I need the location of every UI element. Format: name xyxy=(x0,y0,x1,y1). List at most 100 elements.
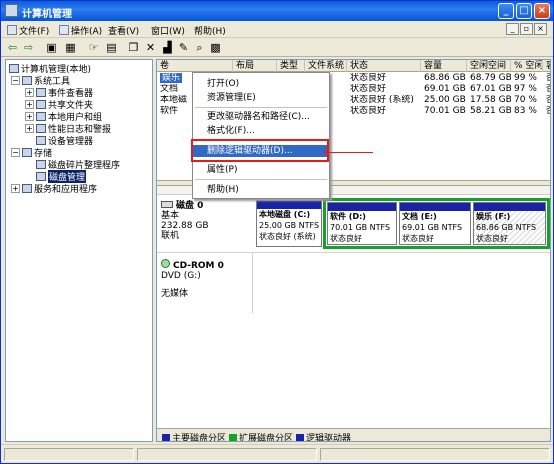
column-filesystem[interactable]: 文件系统 xyxy=(305,60,347,72)
tree-item-perf-logs[interactable]: + 性能日志和警报 xyxy=(25,123,111,135)
disk-name: 磁盘 0 xyxy=(176,201,204,211)
partition-label: 本地磁盘 (C:) xyxy=(257,209,321,220)
expand-toggle[interactable]: + xyxy=(25,112,34,121)
volume-capacity: 68.86 GB xyxy=(424,73,466,83)
partition-size: 69.01 GB NTFS xyxy=(402,223,463,232)
volume-name-text: 娱乐 xyxy=(160,73,183,83)
expand-toggle[interactable]: + xyxy=(25,100,34,109)
expand-toggle[interactable]: + xyxy=(11,184,20,193)
legend-swatch-primary xyxy=(162,433,170,441)
tree-item-computer-management[interactable]: 计算机管理(本地) xyxy=(9,63,91,75)
tree-item-storage[interactable]: − 存储 xyxy=(11,147,52,159)
volume-extra: 否 xyxy=(543,73,550,84)
column-percent-free[interactable]: % 空闲 xyxy=(511,60,543,72)
disk-name: CD-ROM 0 xyxy=(173,261,224,271)
partition-f[interactable]: 娱乐 (F:) 68.86 GB NTFS 状态良好 xyxy=(473,202,546,245)
collapse-toggle[interactable]: − xyxy=(11,148,20,157)
forward-icon[interactable]: ⇨ xyxy=(22,41,35,54)
maximize-button[interactable]: □ xyxy=(516,3,532,19)
volume-extra: 否 xyxy=(543,95,550,106)
mdi-minimize-button[interactable]: _ xyxy=(506,23,519,35)
partition-e[interactable]: 文档 (E:) 69.01 GB NTFS 状态良好 xyxy=(399,202,471,245)
tree-item-shared-folders[interactable]: + 共享文件夹 xyxy=(25,99,93,111)
expand-toggle[interactable]: + xyxy=(25,124,34,133)
menu-view-label: 查看(V) xyxy=(108,26,140,37)
expand-toggle[interactable]: + xyxy=(25,88,34,97)
context-format[interactable]: 格式化(F)... xyxy=(193,125,329,137)
column-layout[interactable]: 布局 xyxy=(233,60,277,72)
cdrom-divider xyxy=(252,253,253,313)
delete-icon[interactable]: ✕ xyxy=(144,41,157,54)
column-status[interactable]: 状态 xyxy=(347,60,421,72)
partition-bar xyxy=(474,203,545,211)
defrag-icon xyxy=(36,160,46,169)
column-fault-tolerance[interactable]: 容 xyxy=(543,60,550,72)
settings-icon[interactable]: ✎ xyxy=(177,41,190,54)
tree-item-defrag[interactable]: 磁盘碎片整理程序 xyxy=(36,159,120,171)
mdi-restore-button[interactable]: ▫ xyxy=(520,23,533,35)
context-change-drive-letter[interactable]: 更改驱动器名和路径(C)... xyxy=(193,111,329,123)
properties-icon[interactable]: ☞ xyxy=(87,41,100,54)
minimize-button[interactable]: _ xyxy=(498,3,514,19)
back-icon[interactable]: ⇦ xyxy=(6,41,19,54)
up-icon[interactable]: ▣ xyxy=(45,41,58,54)
perf-logs-icon xyxy=(36,124,46,133)
column-capacity[interactable]: 容量 xyxy=(421,60,467,72)
volume-percent: 97 % xyxy=(514,84,537,94)
collapse-toggle[interactable]: − xyxy=(11,76,20,85)
column-type[interactable]: 类型 xyxy=(277,60,305,72)
legend-extended: 扩展磁盘分区 xyxy=(229,431,293,441)
volume-extra: 否 xyxy=(543,106,550,117)
tree-item-event-viewer[interactable]: + 事件查看器 xyxy=(25,87,93,99)
volume-free: 17.58 GB xyxy=(470,95,511,105)
volume-capacity: 70.01 GB xyxy=(424,106,466,116)
annotation-highlight-box xyxy=(191,139,329,162)
partition-c[interactable]: 本地磁盘 (C:) 25.00 GB NTFS 状态良好 (系统) xyxy=(256,200,322,247)
menu-file-icon xyxy=(7,25,17,35)
show-tree-icon[interactable]: ▦ xyxy=(64,41,77,54)
menu-help[interactable]: 帮助(H) xyxy=(194,24,226,37)
close-button[interactable]: × xyxy=(534,3,550,19)
cdrom-icon xyxy=(161,259,170,268)
partition-size: 25.00 GB NTFS xyxy=(259,221,320,230)
partition-label: 娱乐 (F:) xyxy=(474,211,545,222)
volume-extra: 否 xyxy=(543,84,550,95)
partition-label: 软件 (D:) xyxy=(328,211,396,222)
zoom-icon[interactable]: ⌕ xyxy=(193,41,206,54)
tree-item-disk-management[interactable]: 磁盘管理 xyxy=(36,170,87,183)
volume-status: 状态良好 xyxy=(350,84,387,94)
menu-file[interactable]: 文件(F) xyxy=(7,24,49,37)
tree-item-local-users[interactable]: + 本地用户和组 xyxy=(25,111,102,123)
context-explore[interactable]: 资源管理(E) xyxy=(193,92,329,104)
title-bar[interactable]: 计算机管理 _ □ × xyxy=(1,1,553,21)
tree-item-device-manager[interactable]: 设备管理器 xyxy=(36,135,93,147)
tree-item-services-apps[interactable]: + 服务和应用程序 xyxy=(11,183,97,195)
column-free-space[interactable]: 空闲空间 xyxy=(467,60,511,72)
disk-drive-icon xyxy=(161,201,173,208)
tree-item-system-tools[interactable]: − 系统工具 xyxy=(11,75,70,87)
menu-window[interactable]: 窗口(W) xyxy=(151,24,185,37)
disk-size: 232.88 GB xyxy=(161,221,209,231)
partition-size: 70.01 GB NTFS xyxy=(330,223,391,232)
help-icon[interactable]: ▤ xyxy=(105,41,118,54)
context-open[interactable]: 打开(O) xyxy=(193,78,329,90)
partition-status: 状态良好 xyxy=(330,234,362,243)
refresh-icon[interactable]: ❐ xyxy=(127,41,140,54)
partition-status: 状态良好 xyxy=(476,234,508,243)
column-volume[interactable]: 卷 xyxy=(157,60,233,72)
context-help[interactable]: 帮助(H) xyxy=(193,184,329,196)
disk-0-info[interactable]: 磁盘 0 基本 232.88 GB 联机 xyxy=(161,201,253,241)
context-properties[interactable]: 属性(P) xyxy=(193,164,329,176)
status-pane-3 xyxy=(320,448,550,461)
menu-view[interactable]: 查看(V) xyxy=(108,24,140,37)
help2-icon[interactable]: ▩ xyxy=(209,41,222,54)
partition-status: 状态良好 xyxy=(402,234,434,243)
menu-action[interactable]: 操作(A) xyxy=(59,24,102,37)
mdi-close-button[interactable]: × xyxy=(534,23,547,35)
annotation-arrow-line xyxy=(327,152,373,153)
menu-window-label: 窗口(W) xyxy=(151,26,185,37)
partition-d[interactable]: 软件 (D:) 70.01 GB NTFS 状态良好 xyxy=(327,202,397,245)
open-icon[interactable]: ▟ xyxy=(161,41,174,54)
cdrom-0-info[interactable]: CD-ROM 0 DVD (G:) 无媒体 xyxy=(161,259,253,299)
legend-swatch-extended xyxy=(229,433,237,441)
